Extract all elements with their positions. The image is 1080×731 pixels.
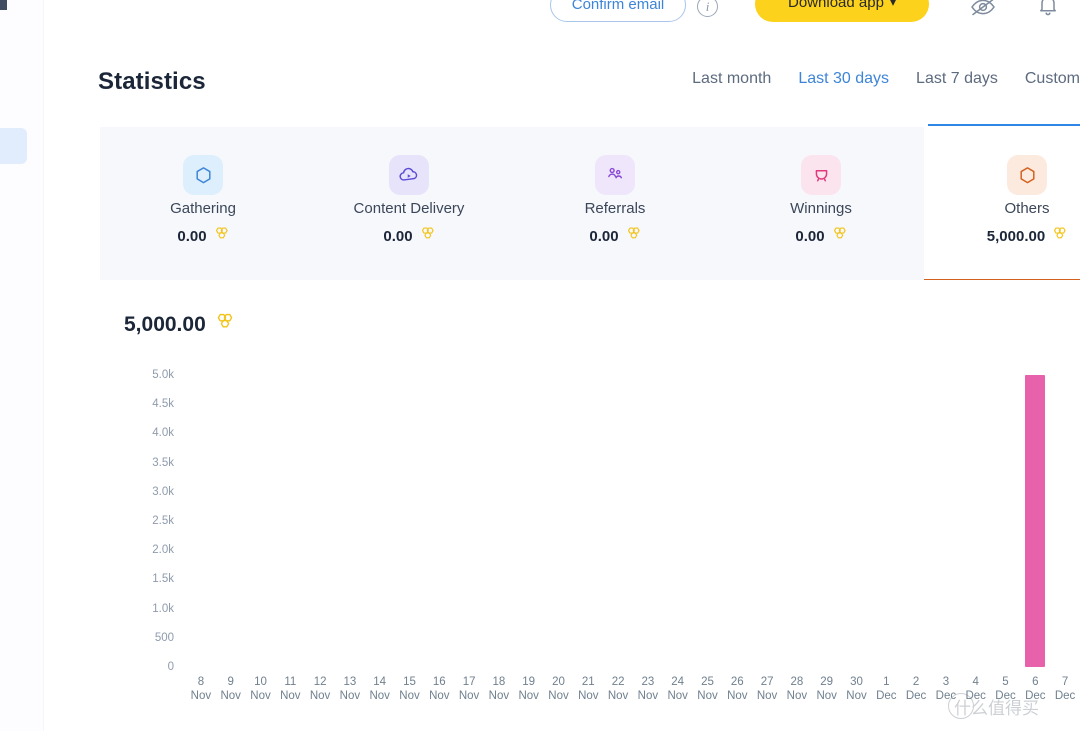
top-bar: Confirm email i Download app ▾ bbox=[44, 0, 1080, 40]
honeycomb-token-icon bbox=[419, 226, 435, 247]
stat-card-content-delivery[interactable]: Content Delivery 0.00 bbox=[306, 127, 512, 280]
y-axis-tick: 2.0k bbox=[152, 544, 174, 557]
stat-card-value-row: 0.00 bbox=[100, 226, 306, 247]
y-axis-tick: 5.0k bbox=[152, 369, 174, 381]
honeycomb-token-icon bbox=[625, 226, 641, 247]
chart-total-value: 5,000.00 bbox=[124, 312, 206, 336]
honeycomb-token-icon bbox=[214, 312, 234, 337]
hexagon-icon bbox=[183, 155, 223, 195]
chart-total-row: 5,000.00 bbox=[124, 312, 234, 337]
hexagon-icon bbox=[1007, 155, 1047, 195]
y-axis-tick: 1.0k bbox=[152, 602, 174, 615]
stat-card-label: Gathering bbox=[170, 200, 236, 217]
stat-card-referrals[interactable]: Referrals 0.00 bbox=[512, 127, 718, 280]
people-icon bbox=[595, 155, 635, 195]
left-sidebar bbox=[0, 0, 44, 731]
y-axis-tick: 3.0k bbox=[152, 485, 174, 498]
eye-off-icon[interactable] bbox=[969, 0, 997, 19]
y-axis-tick: 4.5k bbox=[152, 398, 174, 411]
y-axis-labels: 5.0k 4.5k 4.0k 3.5k 3.0k 2.5k 2.0k 1.5k 1.0k 500 0 bbox=[116, 369, 174, 673]
download-app-label: Download app bbox=[788, 0, 884, 11]
y-axis-tick: 1.5k bbox=[152, 573, 174, 586]
y-axis-tick: 500 bbox=[154, 631, 174, 644]
stat-card-value-row: 0.00 bbox=[718, 226, 924, 247]
stat-card-label: Others bbox=[1004, 200, 1050, 217]
bar-chart: 5.0k 4.5k 4.0k 3.5k 3.0k 2.5k 2.0k 1.5k 1.0k 500 0… bbox=[100, 369, 1080, 702]
page-title: Statistics bbox=[98, 68, 206, 95]
x-axis-day: 7 bbox=[1061, 676, 1069, 688]
honeycomb-token-icon bbox=[831, 226, 847, 247]
sidebar-active-indicator[interactable] bbox=[0, 128, 27, 164]
stat-card-gathering[interactable]: Gathering 0.00 bbox=[100, 127, 306, 280]
x-axis-month: Dec bbox=[1054, 690, 1076, 702]
stat-card-label: Content Delivery bbox=[353, 200, 465, 217]
x-axis-tick: 7 Dec bbox=[1048, 675, 1080, 703]
stat-card-value: 5,000.00 bbox=[986, 228, 1046, 245]
stat-card-label: Referrals bbox=[584, 200, 646, 217]
stat-card-value-row: 0.00 bbox=[512, 226, 718, 247]
date-range-tabs: Last month Last 30 days Last 7 days Cust… bbox=[692, 70, 1080, 88]
stat-card-winnings[interactable]: Winnings 0.00 bbox=[718, 127, 924, 280]
tab-last-month[interactable]: Last month bbox=[692, 70, 771, 88]
plot-area bbox=[186, 375, 1080, 667]
sidebar-logo-mark bbox=[0, 0, 7, 10]
tab-custom[interactable]: Custom bbox=[1025, 70, 1080, 88]
tab-last-7-days[interactable]: Last 7 days bbox=[916, 70, 998, 88]
honeycomb-token-icon bbox=[1051, 226, 1067, 247]
y-axis-tick: 0 bbox=[167, 661, 174, 673]
bell-notification-icon[interactable] bbox=[1037, 0, 1059, 18]
stat-card-value: 0.00 bbox=[795, 228, 825, 245]
confirm-email-button[interactable]: Confirm email bbox=[550, 0, 686, 22]
bar[interactable] bbox=[1025, 375, 1046, 667]
y-axis-tick: 2.5k bbox=[152, 515, 174, 527]
y-axis-tick: 4.0k bbox=[152, 427, 174, 440]
tab-last-30-days[interactable]: Last 30 days bbox=[798, 70, 889, 88]
chart-panel: 5,000.00 5.0k 4.5k 4.0k 3.5k 3.0k 2.5k 2.0k 1.5… bbox=[100, 280, 1080, 731]
stat-card-value-row: 5,000.00 bbox=[924, 226, 1080, 247]
info-icon[interactable]: i bbox=[697, 0, 718, 17]
stat-card-others[interactable]: Others 5,000.00 bbox=[924, 127, 1080, 283]
stat-card-value: 0.00 bbox=[177, 228, 207, 245]
statistics-page: Confirm email i Download app ▾ Statistics… bbox=[0, 0, 1080, 731]
stat-card-label: Winnings bbox=[790, 200, 852, 217]
stat-card-value: 0.00 bbox=[589, 228, 619, 245]
active-tab-rule bbox=[928, 124, 1080, 126]
honeycomb-token-icon bbox=[213, 226, 229, 247]
trophy-cup-icon bbox=[801, 155, 841, 195]
download-app-button[interactable]: Download app ▾ bbox=[755, 0, 929, 22]
y-axis-tick: 3.5k bbox=[152, 456, 174, 469]
cloud-play-icon bbox=[389, 155, 429, 195]
stat-card-value-row: 0.00 bbox=[306, 226, 512, 247]
stat-card-value: 0.00 bbox=[383, 228, 413, 245]
chevron-down-icon: ▾ bbox=[889, 0, 896, 9]
x-axis-labels: 8 Nov 9 Nov 10 Nov 11 Nov 12 Nov 13 Nov 14 Nov 15 Nov 16… bbox=[186, 675, 1080, 717]
stat-cards-strip: Gathering 0.00 Content Delivery 0.00 Referra… bbox=[100, 127, 1080, 283]
